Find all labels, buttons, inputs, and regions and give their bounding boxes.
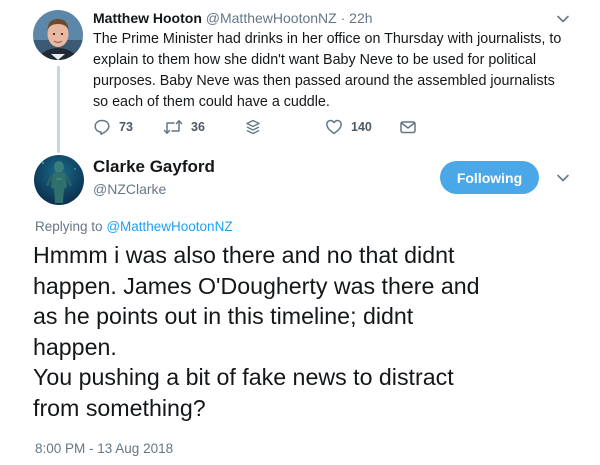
parent-tweet-author-name[interactable]: Matthew Hooton [93, 10, 202, 26]
tweet-text-line: from something? [33, 394, 206, 421]
retweet-icon [163, 120, 183, 134]
reply-icon [94, 119, 110, 135]
tweet-text-line: You pushing a bit of fake news to distra… [33, 364, 454, 391]
reply-button[interactable]: 73 [93, 117, 133, 137]
tweet-page: Matthew Hooton @MatthewHootonNZ · 22h Th… [0, 0, 600, 465]
tweet-text-line: as he points out in this timeline; didnt [33, 303, 414, 330]
header-separator: · [340, 10, 346, 26]
chevron-down-icon[interactable] [556, 12, 570, 26]
parent-tweet-text: The Prime Minister had drinks in her off… [93, 31, 562, 110]
main-tweet-avatar[interactable] [34, 155, 84, 205]
main-tweet-text: Hmmm i was also there and no that didnt … [33, 240, 588, 424]
like-button[interactable]: 140 [325, 117, 372, 137]
message-button[interactable] [399, 117, 417, 137]
parent-tweet-actions: 73 36 140 [93, 117, 423, 137]
like-count: 140 [351, 120, 372, 134]
following-button[interactable]: Following [440, 161, 539, 194]
parent-tweet-header: Matthew Hooton @MatthewHootonNZ · 22h [93, 8, 373, 28]
replying-to-prefix: Replying to [35, 219, 103, 234]
chevron-down-icon[interactable] [556, 171, 570, 185]
tweet-text-line: Hmmm i was also there and no that didnt [33, 242, 455, 268]
heart-icon [326, 119, 342, 135]
parent-tweet-author-handle[interactable]: @MatthewHootonNZ [206, 10, 337, 26]
replying-to-mention-link[interactable]: @MatthewHootonNZ [106, 219, 232, 234]
thread-connector-line [57, 66, 60, 153]
underwater-statue-avatar-icon [34, 155, 84, 205]
reply-count: 73 [119, 120, 133, 134]
parent-tweet-time[interactable]: 22h [349, 10, 372, 26]
parent-tweet-avatar[interactable] [33, 10, 83, 60]
main-tweet-author-handle[interactable]: @NZClarke [93, 181, 166, 197]
tweet-text-line: happen. James O'Dougherty was there and [33, 272, 480, 299]
stack-icon [246, 119, 260, 135]
retweet-count: 36 [191, 120, 205, 134]
retweet-button[interactable]: 36 [163, 117, 205, 137]
stack-button[interactable] [244, 117, 262, 137]
main-tweet-author-name[interactable]: Clarke Gayford [93, 157, 215, 177]
replying-to-line: Replying to @MatthewHootonNZ [35, 219, 233, 234]
person-photo-avatar-icon [33, 10, 83, 60]
envelope-icon [400, 121, 416, 134]
tweet-timestamp[interactable]: 8:00 PM - 13 Aug 2018 [35, 441, 173, 456]
tweet-text-line: happen. [33, 333, 117, 360]
